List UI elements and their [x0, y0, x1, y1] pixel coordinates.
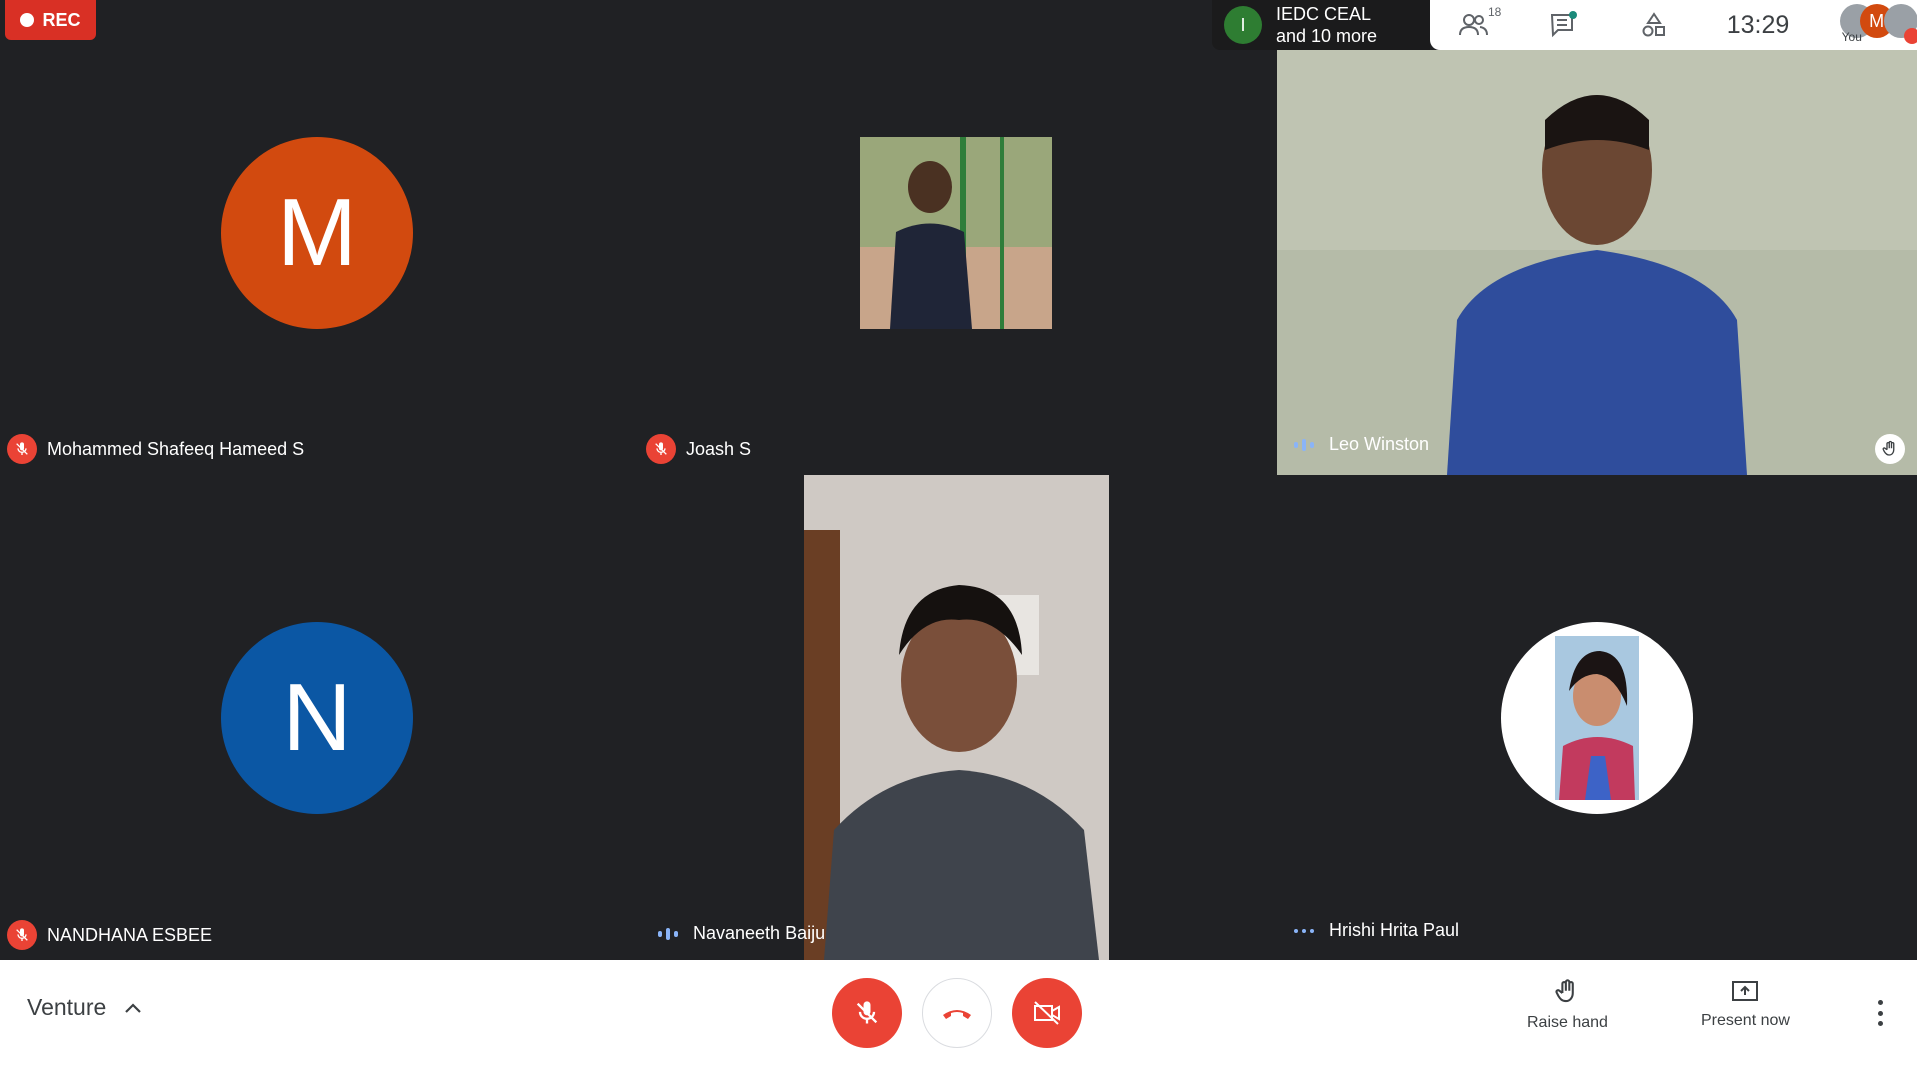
meeting-stage: M Mohammed Shafeeq Hameed S Joash S Leo … — [0, 0, 1917, 960]
video-feed — [1277, 50, 1917, 475]
profile-photo — [1555, 636, 1639, 800]
mic-off-icon — [7, 434, 37, 464]
recording-badge: REC — [5, 0, 96, 40]
presenter-line2: and 10 more — [1276, 26, 1378, 46]
avatar: N — [221, 622, 413, 814]
you-label: You — [1841, 30, 1862, 44]
participant-name: NANDHANA ESBEE — [47, 924, 213, 945]
present-now-label: Present now — [1701, 1012, 1790, 1029]
avatar — [860, 137, 1052, 329]
more-vert-icon — [1877, 1000, 1883, 1005]
mic-off-icon — [646, 434, 676, 464]
participant-name-row: Navaneeth Baiju — [653, 923, 825, 944]
participant-tile-navaneeth[interactable]: Navaneeth Baiju — [640, 475, 1276, 960]
top-toolbar: 18 13:29 M You — [1430, 0, 1917, 50]
camera-toggle-button[interactable] — [1012, 978, 1082, 1048]
participant-name-row: Hrishi Hrita Paul — [1289, 920, 1459, 941]
participant-name: Navaneeth Baiju — [693, 923, 826, 943]
participant-name: Leo Winston — [1329, 434, 1430, 454]
present-now-button[interactable]: Present now — [1701, 978, 1790, 1030]
speaking-indicator-icon — [1289, 438, 1319, 451]
presenter-avatar: I — [1224, 6, 1262, 44]
participant-name: Hrishi Hrita Paul — [1329, 920, 1460, 940]
presenter-text: IEDC CEAL and 10 more — [1276, 3, 1377, 47]
avatar-initial: N — [282, 664, 352, 771]
presenter-chip[interactable]: I IEDC CEAL and 10 more — [1212, 0, 1430, 50]
meeting-clock: 13:29 — [1726, 10, 1790, 39]
shapes-icon — [1642, 12, 1665, 37]
presenter-line1: IEDC CEAL — [1276, 4, 1372, 24]
people-icon — [1458, 14, 1488, 36]
mic-off-icon — [7, 920, 37, 950]
avatar: M — [221, 137, 413, 329]
chat-button[interactable] — [1519, 0, 1608, 50]
participant-name-row: NANDHANA ESBEE — [7, 920, 212, 950]
participant-count: 18 — [1488, 5, 1502, 19]
raise-hand-icon — [1555, 979, 1575, 1003]
participant-tile-leo[interactable]: Leo Winston — [1277, 50, 1917, 475]
participant-name-row: Joash S — [646, 434, 751, 464]
participant-name-row: Leo Winston — [1289, 434, 1429, 455]
leave-call-button[interactable] — [922, 978, 992, 1048]
raised-hand-icon — [1875, 434, 1905, 464]
camera-off-icon — [1034, 1001, 1060, 1025]
speaking-indicator-icon — [653, 927, 683, 940]
participant-name-row: Mohammed Shafeeq Hameed S — [7, 434, 304, 464]
more-vert-dot — [1877, 1021, 1883, 1026]
more-vert-dot — [1877, 1010, 1883, 1016]
bottom-toolbar: Venture Raise hand Present now — [0, 960, 1917, 1066]
participant-tile-nandhana[interactable]: N NANDHANA ESBEE — [0, 480, 640, 960]
profile-photo — [860, 137, 1052, 329]
avatar-initial: M — [277, 179, 357, 286]
self-muted-icon — [1903, 28, 1917, 44]
more-options-button[interactable] — [1870, 1000, 1890, 1026]
activities-button[interactable] — [1609, 0, 1698, 50]
participant-tile-mohammed[interactable]: M Mohammed Shafeeq Hameed S — [0, 0, 640, 470]
participant-name: Joash S — [686, 438, 752, 459]
participant-tile-joash[interactable]: Joash S — [640, 0, 1276, 470]
meeting-name: Venture — [27, 994, 107, 1020]
self-initial: M — [1869, 10, 1885, 31]
video-feed — [804, 475, 1109, 960]
mic-toggle-button[interactable] — [832, 978, 902, 1048]
speaking-indicator-icon — [1289, 928, 1319, 933]
record-dot-icon — [20, 13, 35, 27]
avatar — [1501, 622, 1693, 814]
chat-icon — [1551, 11, 1578, 38]
recording-label: REC — [42, 9, 81, 30]
participant-tile-hrishi[interactable]: Hrishi Hrita Paul — [1277, 480, 1917, 960]
participant-name: Mohammed Shafeeq Hameed S — [47, 438, 305, 459]
chevron-up-icon — [125, 1002, 142, 1013]
participants-button[interactable]: 18 — [1430, 0, 1519, 50]
hang-up-icon — [943, 1010, 971, 1019]
raise-hand-button[interactable]: Raise hand — [1527, 978, 1608, 1032]
raise-hand-label: Raise hand — [1527, 1014, 1608, 1031]
self-view-controls: M You — [1818, 0, 1917, 50]
present-screen-icon — [1732, 981, 1759, 1001]
presenter-initial: I — [1240, 14, 1246, 35]
meeting-details-button[interactable]: Venture — [27, 994, 142, 1021]
mic-off-icon — [856, 1001, 878, 1024]
